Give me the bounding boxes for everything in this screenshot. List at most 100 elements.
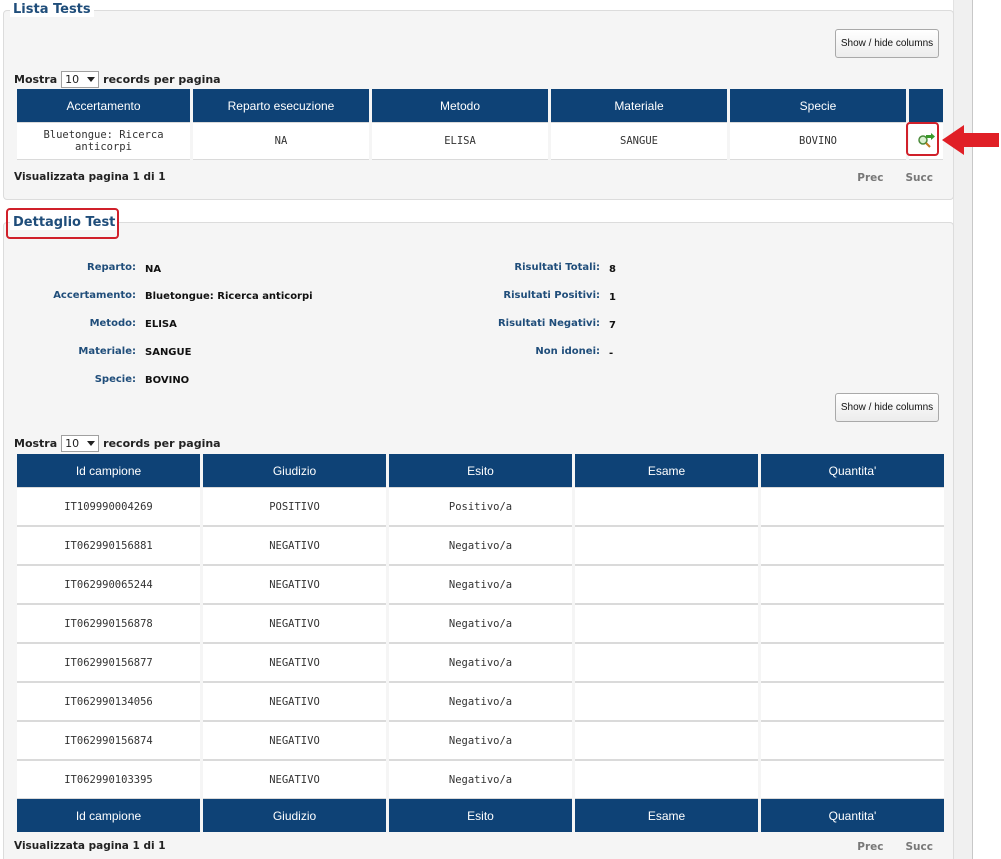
cell-quantita bbox=[761, 526, 944, 565]
cell-specie: BOVINO bbox=[730, 122, 906, 160]
field-value-materiale: SANGUE bbox=[145, 347, 192, 358]
cell-esame bbox=[575, 682, 758, 721]
col-header-esito[interactable]: Esito bbox=[389, 454, 572, 487]
red-arrow-icon bbox=[942, 125, 999, 155]
field-value-risultati-totali: 8 bbox=[609, 264, 616, 275]
cell-esito: Negativo/a bbox=[389, 526, 572, 565]
dettaglio-pagination: Prec Succ bbox=[857, 841, 933, 853]
field-value-metodo: ELISA bbox=[145, 319, 177, 330]
cell-id-campione: IT062990134056 bbox=[17, 682, 200, 721]
show-hide-columns-button[interactable]: Show / hide columns bbox=[835, 29, 939, 58]
chevron-down-icon bbox=[87, 77, 96, 82]
cell-esito: Negativo/a bbox=[389, 643, 572, 682]
col-footer-quantita[interactable]: Quantita' bbox=[761, 799, 944, 832]
cell-esito: Negativo/a bbox=[389, 604, 572, 643]
length-prefix: Mostra bbox=[14, 73, 58, 86]
lista-tests-table: Accertamento Reparto esecuzione Metodo M… bbox=[14, 89, 946, 160]
col-header-giudizio[interactable]: Giudizio bbox=[203, 454, 386, 487]
cell-giudizio: NEGATIVO bbox=[203, 643, 386, 682]
cell-giudizio: NEGATIVO bbox=[203, 604, 386, 643]
prev-page-button[interactable]: Prec bbox=[857, 841, 883, 853]
col-header-accertamento[interactable]: Accertamento bbox=[17, 89, 190, 122]
field-label-reparto: Reparto: bbox=[87, 262, 136, 273]
cell-esito: Negativo/a bbox=[389, 760, 572, 799]
table-row: IT062990156878 NEGATIVO Negativo/a bbox=[17, 604, 944, 643]
length-prefix: Mostra bbox=[14, 437, 58, 450]
col-header-esame[interactable]: Esame bbox=[575, 454, 758, 487]
table-row: IT062990103395 NEGATIVO Negativo/a bbox=[17, 760, 944, 799]
field-label-materiale: Materiale: bbox=[78, 346, 136, 357]
cell-esame bbox=[575, 604, 758, 643]
cell-quantita bbox=[761, 643, 944, 682]
field-value-non-idonei: - bbox=[609, 348, 614, 359]
cell-giudizio: NEGATIVO bbox=[203, 760, 386, 799]
cell-quantita bbox=[761, 682, 944, 721]
cell-id-campione: IT062990065244 bbox=[17, 565, 200, 604]
action-icon-highlight bbox=[906, 122, 939, 156]
show-hide-columns-button[interactable]: Show / hide columns bbox=[835, 393, 939, 422]
cell-esito: Negativo/a bbox=[389, 565, 572, 604]
table-row: IT062990156877 NEGATIVO Negativo/a bbox=[17, 643, 944, 682]
cell-esame bbox=[575, 643, 758, 682]
field-label-risultati-positivi: Risultati Positivi: bbox=[503, 290, 600, 301]
cell-id-campione: IT109990004269 bbox=[17, 487, 200, 526]
dettaglio-title-highlight bbox=[6, 208, 119, 239]
records-per-page-control: Mostra 10 records per pagina bbox=[14, 71, 221, 88]
records-per-page-select[interactable]: 10 bbox=[61, 71, 100, 88]
lista-pagination: Prec Succ bbox=[857, 172, 933, 184]
next-page-button[interactable]: Succ bbox=[906, 172, 934, 184]
prev-page-button[interactable]: Prec bbox=[857, 172, 883, 184]
col-header-materiale[interactable]: Materiale bbox=[551, 89, 727, 122]
cell-esame bbox=[575, 721, 758, 760]
col-header-id-campione[interactable]: Id campione bbox=[17, 454, 200, 487]
cell-esito: Negativo/a bbox=[389, 721, 572, 760]
cell-giudizio: POSITIVO bbox=[203, 487, 386, 526]
cell-giudizio: NEGATIVO bbox=[203, 682, 386, 721]
length-suffix: records per pagina bbox=[103, 437, 221, 450]
records-per-page-select[interactable]: 10 bbox=[61, 435, 100, 452]
cell-esame bbox=[575, 487, 758, 526]
records-per-page-value: 10 bbox=[65, 73, 80, 86]
cell-metodo: ELISA bbox=[372, 122, 548, 160]
col-footer-id-campione[interactable]: Id campione bbox=[17, 799, 200, 832]
col-header-quantita[interactable]: Quantita' bbox=[761, 454, 944, 487]
table-row: IT062990134056 NEGATIVO Negativo/a bbox=[17, 682, 944, 721]
cell-materiale: SANGUE bbox=[551, 122, 727, 160]
cell-id-campione: IT062990103395 bbox=[17, 760, 200, 799]
cell-esito: Negativo/a bbox=[389, 682, 572, 721]
field-value-accertamento: Bluetongue: Ricerca anticorpi bbox=[145, 291, 313, 302]
field-label-accertamento: Accertamento: bbox=[53, 290, 136, 301]
cell-giudizio: NEGATIVO bbox=[203, 526, 386, 565]
cell-esame bbox=[575, 526, 758, 565]
col-header-specie[interactable]: Specie bbox=[730, 89, 906, 122]
field-label-risultati-totali: Risultati Totali: bbox=[514, 262, 600, 273]
field-value-specie: BOVINO bbox=[145, 375, 190, 386]
records-per-page-value: 10 bbox=[65, 437, 80, 450]
col-footer-giudizio[interactable]: Giudizio bbox=[203, 799, 386, 832]
lista-pagination-info: Visualizzata pagina 1 di 1 bbox=[14, 171, 166, 183]
field-value-risultati-negativi: 7 bbox=[609, 320, 616, 331]
cell-quantita bbox=[761, 565, 944, 604]
lista-tests-title: Lista Tests bbox=[10, 2, 94, 17]
col-header-metodo[interactable]: Metodo bbox=[372, 89, 548, 122]
field-label-specie: Specie: bbox=[94, 374, 136, 385]
col-footer-esito[interactable]: Esito bbox=[389, 799, 572, 832]
length-suffix: records per pagina bbox=[103, 73, 221, 86]
col-header-reparto[interactable]: Reparto esecuzione bbox=[193, 89, 369, 122]
next-page-button[interactable]: Succ bbox=[906, 841, 934, 853]
table-row: Bluetongue: Ricerca anticorpi NA ELISA S… bbox=[17, 122, 943, 160]
field-label-non-idonei: Non idonei: bbox=[535, 346, 600, 357]
cell-quantita bbox=[761, 760, 944, 799]
col-footer-esame[interactable]: Esame bbox=[575, 799, 758, 832]
dettaglio-test-panel: Reparto: NA Accertamento: Bluetongue: Ri… bbox=[3, 222, 954, 859]
cell-esame bbox=[575, 760, 758, 799]
cell-esame bbox=[575, 565, 758, 604]
table-row: IT062990156881 NEGATIVO Negativo/a bbox=[17, 526, 944, 565]
table-row: IT062990156874 NEGATIVO Negativo/a bbox=[17, 721, 944, 760]
lista-tests-panel: Show / hide columns Mostra 10 records pe… bbox=[3, 10, 954, 200]
cell-giudizio: NEGATIVO bbox=[203, 721, 386, 760]
field-label-metodo: Metodo: bbox=[89, 318, 136, 329]
cell-reparto: NA bbox=[193, 122, 369, 160]
cell-esito: Positivo/a bbox=[389, 487, 572, 526]
field-label-risultati-negativi: Risultati Negativi: bbox=[497, 318, 600, 329]
